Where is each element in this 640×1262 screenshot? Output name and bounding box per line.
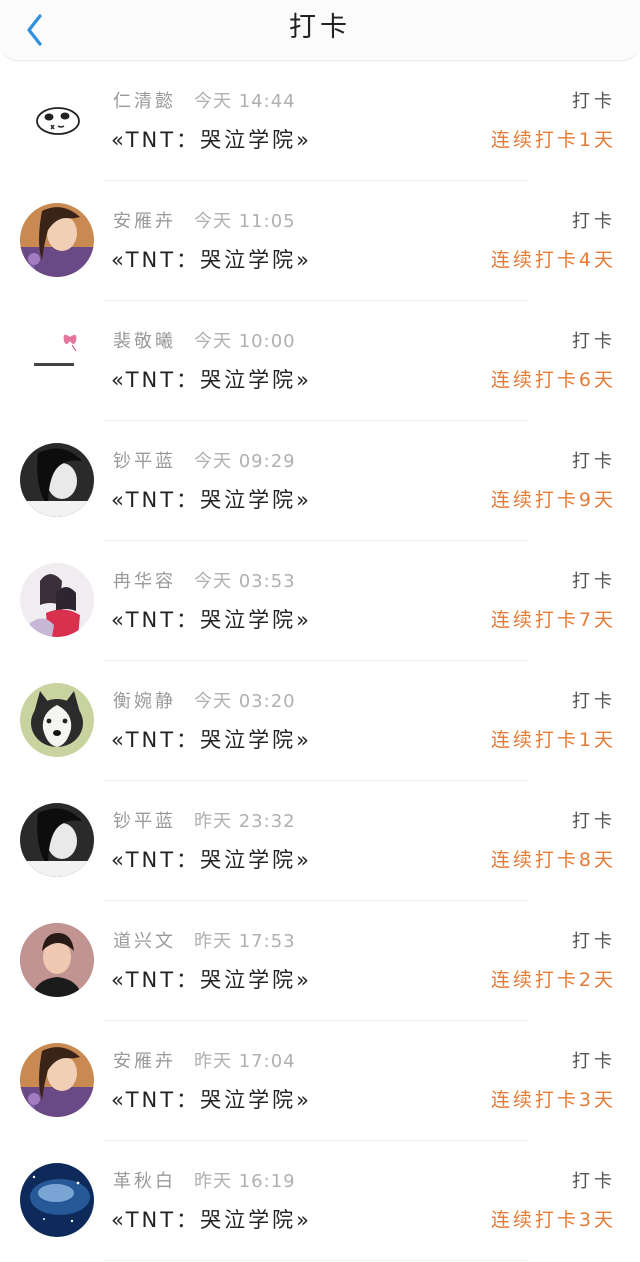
book-title[interactable]: «TNT：哭泣学院» [111,845,312,875]
streak-text: 连续打卡3天 [490,1089,616,1111]
user-name[interactable]: 安雁卉 [113,1051,176,1072]
streak-text: 连续打卡4天 [490,249,616,271]
checkin-time: 昨天 16:19 [194,1171,296,1192]
avatar[interactable] [20,1043,94,1117]
user-name[interactable]: 钞平蓝 [113,451,176,472]
user-name[interactable]: 道兴文 [113,931,176,952]
avatar[interactable] [20,323,94,397]
checkin-time: 今天 10:00 [194,331,296,352]
avatar[interactable] [20,443,94,517]
record-meta: 冉华容 今天 03:53 [113,569,296,595]
streak-text: 连续打卡8天 [490,849,616,871]
galaxy-icon [20,1163,94,1237]
avatar[interactable] [20,803,94,877]
streak-text: 连续打卡3天 [490,1209,616,1231]
checkin-time: 昨天 17:04 [194,1051,296,1072]
girl-photo-icon [20,203,94,277]
boy-photo-icon [20,923,94,997]
checkin-label: 打卡 [572,571,616,592]
checkin-row[interactable]: 革秋白 昨天 16:19 «TNT：哭泣学院» 打卡 连续打卡3天 [0,1141,640,1261]
record-meta: 钞平蓝 今天 09:29 [113,449,296,475]
checkin-time: 昨天 17:53 [194,931,296,952]
checkin-label: 打卡 [572,451,616,472]
user-name[interactable]: 冉华容 [113,571,176,592]
streak-text: 连续打卡1天 [490,729,616,751]
record-meta: 革秋白 昨天 16:19 [113,1169,296,1195]
checkin-time: 今天 09:29 [194,451,296,472]
bw-girl-photo-icon [20,443,94,517]
streak-text: 连续打卡6天 [490,369,616,391]
record-meta: 衡婉静 今天 03:20 [113,689,296,715]
checkin-row[interactable]: 衡婉静 今天 03:20 «TNT：哭泣学院» 打卡 连续打卡1天 [0,661,640,781]
record-meta: 裴敬曦 今天 10:00 [113,329,296,355]
user-name[interactable]: 安雁卉 [113,211,176,232]
checkin-label: 打卡 [572,811,616,832]
record-meta: 安雁卉 昨天 17:04 [113,1049,296,1075]
book-title[interactable]: «TNT：哭泣学院» [111,125,312,155]
checkin-time: 今天 03:53 [194,571,296,592]
record-meta: 安雁卉 今天 11:05 [113,209,296,235]
avatar[interactable] [20,1163,94,1237]
streak-text: 连续打卡2天 [490,969,616,991]
streak-text: 连续打卡9天 [490,489,616,511]
page-title: 打卡 [289,12,351,43]
streak-text: 连续打卡1天 [490,129,616,151]
user-name[interactable]: 裴敬曦 [113,331,176,352]
girl-photo-icon [20,1043,94,1117]
book-title[interactable]: «TNT：哭泣学院» [111,605,312,635]
record-meta: 仁清懿 今天 14:44 [113,89,296,115]
book-title[interactable]: «TNT：哭泣学院» [111,485,312,515]
checkin-row[interactable]: 钞平蓝 昨天 23:32 «TNT：哭泣学院» 打卡 连续打卡8天 [0,781,640,901]
book-title[interactable]: «TNT：哭泣学院» [111,1205,312,1235]
checkin-time: 今天 11:05 [194,211,296,232]
checkin-list: 仁清懿 今天 14:44 «TNT：哭泣学院» 打卡 连续打卡1天 安雁卉 今天 1… [0,61,640,1261]
checkin-time: 今天 03:20 [194,691,296,712]
checkin-label: 打卡 [572,211,616,232]
avatar[interactable] [20,923,94,997]
user-name[interactable]: 钞平蓝 [113,811,176,832]
user-name[interactable]: 革秋白 [113,1171,176,1192]
checkin-label: 打卡 [572,91,616,112]
avatar[interactable] [20,203,94,277]
checkin-label: 打卡 [572,1171,616,1192]
avatar[interactable] [20,83,94,157]
checkin-label: 打卡 [572,691,616,712]
avatar[interactable] [20,683,94,757]
anime-couple-icon [20,563,94,637]
row-divider [104,1260,528,1261]
checkin-row[interactable]: 钞平蓝 今天 09:29 «TNT：哭泣学院» 打卡 连续打卡9天 [0,421,640,541]
panda-sketch-icon [20,83,94,157]
bw-girl-photo-icon [20,803,94,877]
husky-dog-icon [20,683,94,757]
checkin-label: 打卡 [572,1051,616,1072]
checkin-label: 打卡 [572,331,616,352]
checkin-time: 昨天 23:32 [194,811,296,832]
checkin-row[interactable]: 安雁卉 昨天 17:04 «TNT：哭泣学院» 打卡 连续打卡3天 [0,1021,640,1141]
checkin-row[interactable]: 冉华容 今天 03:53 «TNT：哭泣学院» 打卡 连续打卡7天 [0,541,640,661]
checkin-row[interactable]: 安雁卉 今天 11:05 «TNT：哭泣学院» 打卡 连续打卡4天 [0,181,640,301]
book-title[interactable]: «TNT：哭泣学院» [111,965,312,995]
checkin-row[interactable]: 裴敬曦 今天 10:00 «TNT：哭泣学院» 打卡 连续打卡6天 [0,301,640,421]
user-name[interactable]: 仁清懿 [113,91,176,112]
avatar[interactable] [20,563,94,637]
book-title[interactable]: «TNT：哭泣学院» [111,365,312,395]
streak-text: 连续打卡7天 [490,609,616,631]
butterfly-text-icon [20,323,94,397]
book-title[interactable]: «TNT：哭泣学院» [111,1085,312,1115]
checkin-row[interactable]: 道兴文 昨天 17:53 «TNT：哭泣学院» 打卡 连续打卡2天 [0,901,640,1021]
book-title[interactable]: «TNT：哭泣学院» [111,725,312,755]
checkin-row[interactable]: 仁清懿 今天 14:44 «TNT：哭泣学院» 打卡 连续打卡1天 [0,61,640,181]
checkin-label: 打卡 [572,931,616,952]
checkin-time: 今天 14:44 [194,91,296,112]
user-name[interactable]: 衡婉静 [113,691,176,712]
book-title[interactable]: «TNT：哭泣学院» [111,245,312,275]
record-meta: 道兴文 昨天 17:53 [113,929,296,955]
top-nav-bar: 打卡 [0,0,640,61]
record-meta: 钞平蓝 昨天 23:32 [113,809,296,835]
